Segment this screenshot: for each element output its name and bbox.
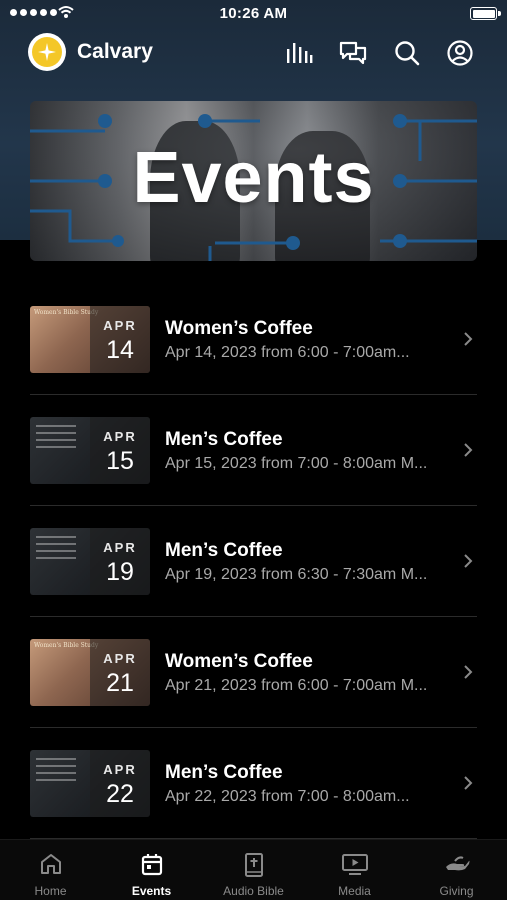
star-cross-icon [38,43,56,61]
event-title: Men’s Coffee [165,429,283,450]
app-title: Calvary [77,40,153,63]
tab-label: Giving [439,884,474,898]
thumbnail-schedule-graphic [36,425,76,453]
thumbnail-caption: Women's Bible Study [34,309,99,316]
audio-levels-button[interactable] [284,38,314,68]
event-row[interactable]: APR 15 Men’s Coffee Apr 15, 2023 from 7:… [30,395,477,506]
search-button[interactable] [392,38,422,68]
chat-bubbles-icon [339,41,367,65]
event-row[interactable]: APR 22 Men’s Coffee Apr 22, 2023 from 7:… [30,728,477,839]
event-title: Women’s Coffee [165,651,313,672]
bottom-tab-bar: Home Events Audio Bible Media Giving [0,839,507,900]
date-badge: APR 21 [90,639,150,706]
calendar-icon [141,854,162,876]
church-logo[interactable] [28,33,66,71]
chevron-right-icon [464,665,473,679]
event-month: APR [103,762,137,777]
event-month: APR [103,651,137,666]
thumbnail-caption: Women's Bible Study [34,642,99,649]
tab-audio-bible[interactable]: Audio Bible [203,840,304,900]
event-subtitle: Apr 21, 2023 from 6:00 - 7:00am M... [165,677,428,694]
chevron-right-icon [464,776,473,790]
audio-levels-icon [287,43,313,63]
chevron-right-icon [464,443,473,457]
thumbnail-schedule-graphic [36,536,76,564]
tab-home[interactable]: Home [0,840,101,900]
event-row[interactable]: Women's Bible Study APR 21 Women’s Coffe… [30,617,477,728]
event-subtitle: Apr 22, 2023 from 7:00 - 8:00am... [165,788,410,805]
event-day: 14 [106,336,134,364]
event-thumbnail: APR 19 [30,528,150,595]
date-badge: APR 19 [90,528,150,595]
event-thumbnail: Women's Bible Study APR 14 [30,306,150,373]
event-title: Men’s Coffee [165,762,283,783]
event-month: APR [103,540,137,555]
event-day: 21 [106,669,134,697]
home-icon [40,854,61,874]
search-icon [395,41,420,66]
status-bar: 10:26 AM [0,0,507,28]
event-subtitle: Apr 15, 2023 from 7:00 - 8:00am M... [165,455,428,472]
app-header: Calvary [0,30,507,76]
event-month: APR [103,429,137,444]
event-row[interactable]: APR 19 Men’s Coffee Apr 19, 2023 from 6:… [30,506,477,617]
chevron-right-icon [464,554,473,568]
tab-label: Home [34,884,67,898]
giving-hand-icon [445,856,469,871]
status-time: 10:26 AM [219,5,288,22]
battery-icon [470,7,501,20]
date-badge: APR 14 [90,306,150,373]
date-badge: APR 22 [90,750,150,817]
logo-mark [32,37,62,67]
events-list: Women's Bible Study APR 14 Women’s Coffe… [30,284,477,839]
date-badge: APR 15 [90,417,150,484]
event-thumbnail: APR 22 [30,750,150,817]
tv-play-icon [341,854,368,875]
tab-media[interactable]: Media [304,840,405,900]
event-day: 22 [106,780,134,808]
events-hero-banner: Events [30,101,477,261]
tab-events[interactable]: Events [101,840,202,900]
tab-label: Events [131,884,172,898]
tab-giving[interactable]: Giving [406,840,507,900]
event-subtitle: Apr 14, 2023 from 6:00 - 7:00am... [165,344,410,361]
chevron-right-icon [464,332,473,346]
event-subtitle: Apr 19, 2023 from 6:30 - 7:30am M... [165,566,428,583]
event-thumbnail: APR 15 [30,417,150,484]
event-title: Women’s Coffee [165,318,313,339]
event-day: 15 [106,447,134,475]
event-title: Men’s Coffee [165,540,283,561]
hero-title: Events [132,138,375,218]
messages-button[interactable] [338,38,368,68]
bible-icon [244,853,263,877]
thumbnail-schedule-graphic [36,758,76,786]
event-row[interactable]: Women's Bible Study APR 14 Women’s Coffe… [30,284,477,395]
event-month: APR [103,318,137,333]
profile-button[interactable] [445,38,475,68]
tab-label: Media [338,884,371,898]
event-day: 19 [106,558,134,586]
tab-label: Audio Bible [223,884,284,898]
user-account-icon [447,40,473,66]
event-thumbnail: Women's Bible Study APR 21 [30,639,150,706]
